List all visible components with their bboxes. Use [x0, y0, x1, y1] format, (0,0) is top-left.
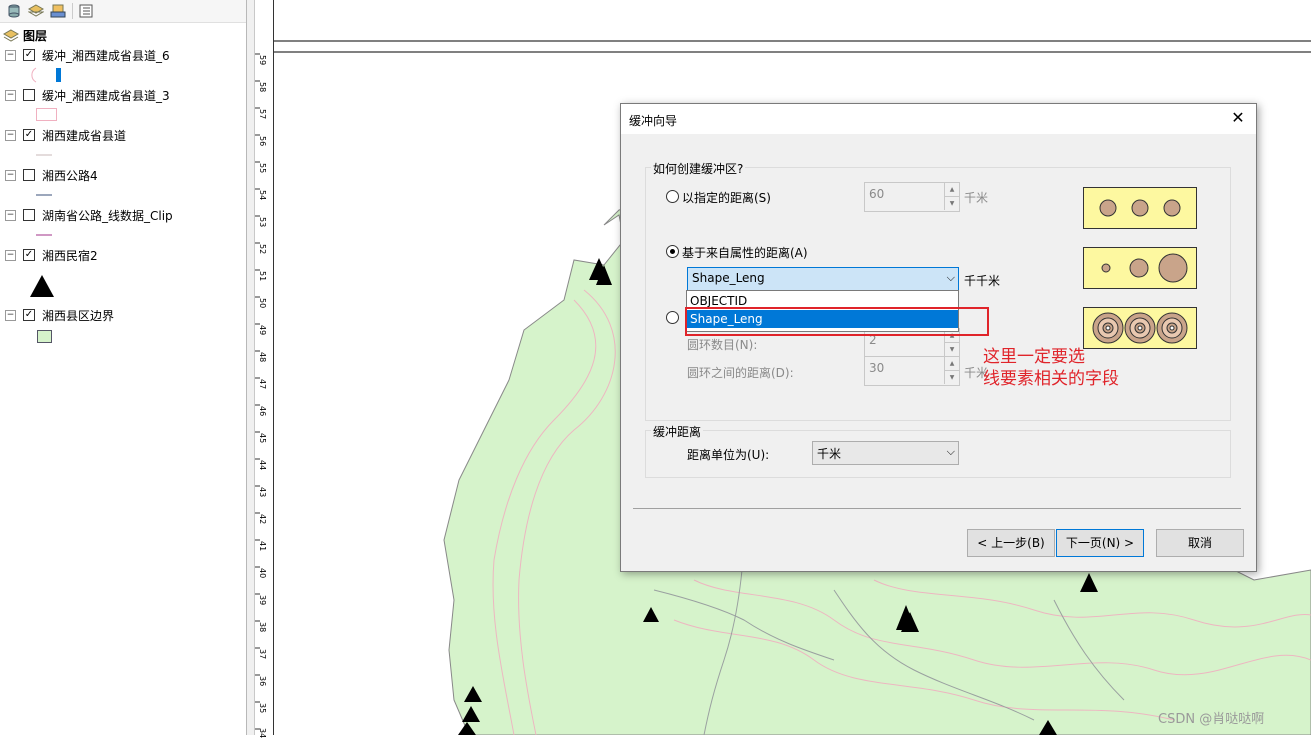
- layer-name: 湘西公路4: [42, 168, 98, 183]
- spin-down-icon[interactable]: ▼: [944, 343, 959, 356]
- database-icon[interactable]: [6, 3, 22, 19]
- collapse-icon[interactable]: −: [5, 169, 16, 181]
- dialog-titlebar[interactable]: 缓冲向导 ✕: [621, 104, 1256, 134]
- radio-fixed-distance-label: 以指定的距离(S): [682, 191, 771, 205]
- collapse-icon[interactable]: −: [5, 249, 16, 261]
- spin-up-icon[interactable]: ▲: [944, 183, 959, 197]
- multiple-rings-preview: [1083, 307, 1197, 349]
- radio-fixed-distance[interactable]: [666, 190, 679, 203]
- layer-name: 缓冲_湘西建成省县道_3: [42, 88, 170, 103]
- layer-visibility-checkbox[interactable]: ✓: [23, 129, 35, 141]
- buffer-symbol-icon: [31, 67, 61, 83]
- annotation-note: 这里一定要选 线要素相关的字段: [983, 347, 1119, 389]
- back-button[interactable]: < 上一步(B): [967, 529, 1055, 557]
- source-icon[interactable]: [50, 3, 66, 19]
- layer-name: 湘西民宿2: [42, 248, 98, 263]
- distance-field-value: Shape_Leng: [692, 271, 765, 285]
- cancel-button[interactable]: 取消: [1156, 529, 1244, 557]
- layers-icon: [2, 28, 20, 45]
- distance-unit-value: 千米: [817, 447, 842, 461]
- layer-visibility-checkbox[interactable]: [23, 209, 35, 221]
- fixed-distance-value: 60: [869, 187, 885, 201]
- line-symbol-icon: [36, 154, 52, 156]
- fixed-distance-unit: 千米: [964, 191, 989, 205]
- layer-visibility-checkbox[interactable]: ✓: [23, 49, 35, 61]
- table-of-contents-panel: 图层 − ✓ 缓冲_湘西建成省县道_6 − 缓冲_湘西建成省县道_3 − ✓ 湘…: [0, 0, 247, 735]
- rings-distance-value: 30: [869, 361, 885, 375]
- equal-buffers-icon: [1099, 199, 1181, 217]
- buffer-distance-group-label: 缓冲距离: [651, 423, 704, 440]
- collapse-icon[interactable]: −: [5, 89, 16, 101]
- distance-field-unit: 千千米: [964, 274, 1001, 288]
- polygon-symbol-icon: [36, 108, 57, 121]
- layer-name: 湘西县区边界: [42, 308, 115, 323]
- layer-visibility-checkbox[interactable]: ✓: [23, 249, 35, 261]
- vertical-ruler: 59 58 57 56 55 54 53 52 51 50 49 48 47 4…: [255, 0, 274, 738]
- dialog-separator: [633, 508, 1241, 509]
- distance-field-select[interactable]: Shape_Leng ⌵: [687, 267, 959, 291]
- spin-down-icon[interactable]: ▼: [944, 197, 959, 210]
- fixed-distance-spinner[interactable]: 60 ▲ ▼: [864, 182, 960, 212]
- close-icon[interactable]: ✕: [1228, 108, 1248, 128]
- spin-down-icon[interactable]: ▼: [944, 371, 959, 384]
- spin-up-icon[interactable]: ▲: [944, 357, 959, 371]
- panel-splitter[interactable]: [247, 0, 255, 735]
- layers-icon[interactable]: [28, 3, 44, 19]
- fixed-distance-preview: [1083, 187, 1197, 229]
- rings-distance-spinner[interactable]: 30 ▲ ▼: [864, 356, 960, 386]
- toc-toolbar: [0, 0, 246, 23]
- next-button[interactable]: 下一页(N) >: [1056, 529, 1144, 557]
- collapse-icon[interactable]: −: [5, 309, 16, 321]
- creation-method-group-label: 如何创建缓冲区?: [651, 160, 746, 177]
- variable-buffers-icon: [1101, 253, 1188, 283]
- selection-list-icon[interactable]: [78, 3, 94, 19]
- ruler-tick-marks: [255, 53, 260, 730]
- watermark: CSDN @肖哒哒啊: [1158, 712, 1265, 727]
- chevron-down-icon: ⌵: [946, 445, 955, 458]
- toolbar-separator: [72, 3, 73, 19]
- layer-visibility-checkbox[interactable]: ✓: [23, 309, 35, 321]
- layer-name: 湘西建成省县道: [42, 128, 127, 143]
- collapse-icon[interactable]: −: [5, 209, 16, 221]
- distance-unit-select[interactable]: 千米 ⌵: [812, 441, 959, 465]
- buffer-wizard-dialog: 缓冲向导 ✕ 如何创建缓冲区? 以指定的距离(S) 60 ▲ ▼ 千米 基于来自…: [620, 103, 1257, 572]
- radio-attribute-distance[interactable]: [666, 245, 679, 258]
- polygon-symbol-icon: [37, 330, 52, 343]
- annotation-highlight-box: [685, 307, 989, 336]
- collapse-icon[interactable]: −: [5, 129, 16, 141]
- rings-distance-label: 圆环之间的距离(D):: [687, 366, 794, 380]
- attribute-distance-preview: [1083, 247, 1197, 289]
- collapse-icon[interactable]: −: [5, 49, 16, 61]
- triangle-marker-icon: [30, 275, 54, 297]
- ring-buffers-icon: [1092, 312, 1188, 344]
- toc-root-label: 图层: [23, 28, 48, 43]
- layer-visibility-checkbox[interactable]: [23, 89, 35, 101]
- line-symbol-icon: [36, 234, 52, 236]
- layer-name: 缓冲_湘西建成省县道_6: [42, 48, 170, 63]
- radio-attribute-distance-label: 基于来自属性的距离(A): [682, 246, 808, 260]
- chevron-down-icon: ⌵: [946, 271, 955, 284]
- layer-visibility-checkbox[interactable]: [23, 169, 35, 181]
- layer-name: 湖南省公路_线数据_Clip: [42, 208, 173, 223]
- line-symbol-icon: [36, 194, 52, 196]
- radio-multiple-rings[interactable]: [666, 311, 679, 324]
- distance-unit-label: 距离单位为(U):: [687, 448, 770, 462]
- rings-count-label: 圆环数目(N):: [687, 338, 758, 352]
- dialog-title: 缓冲向导: [629, 114, 678, 128]
